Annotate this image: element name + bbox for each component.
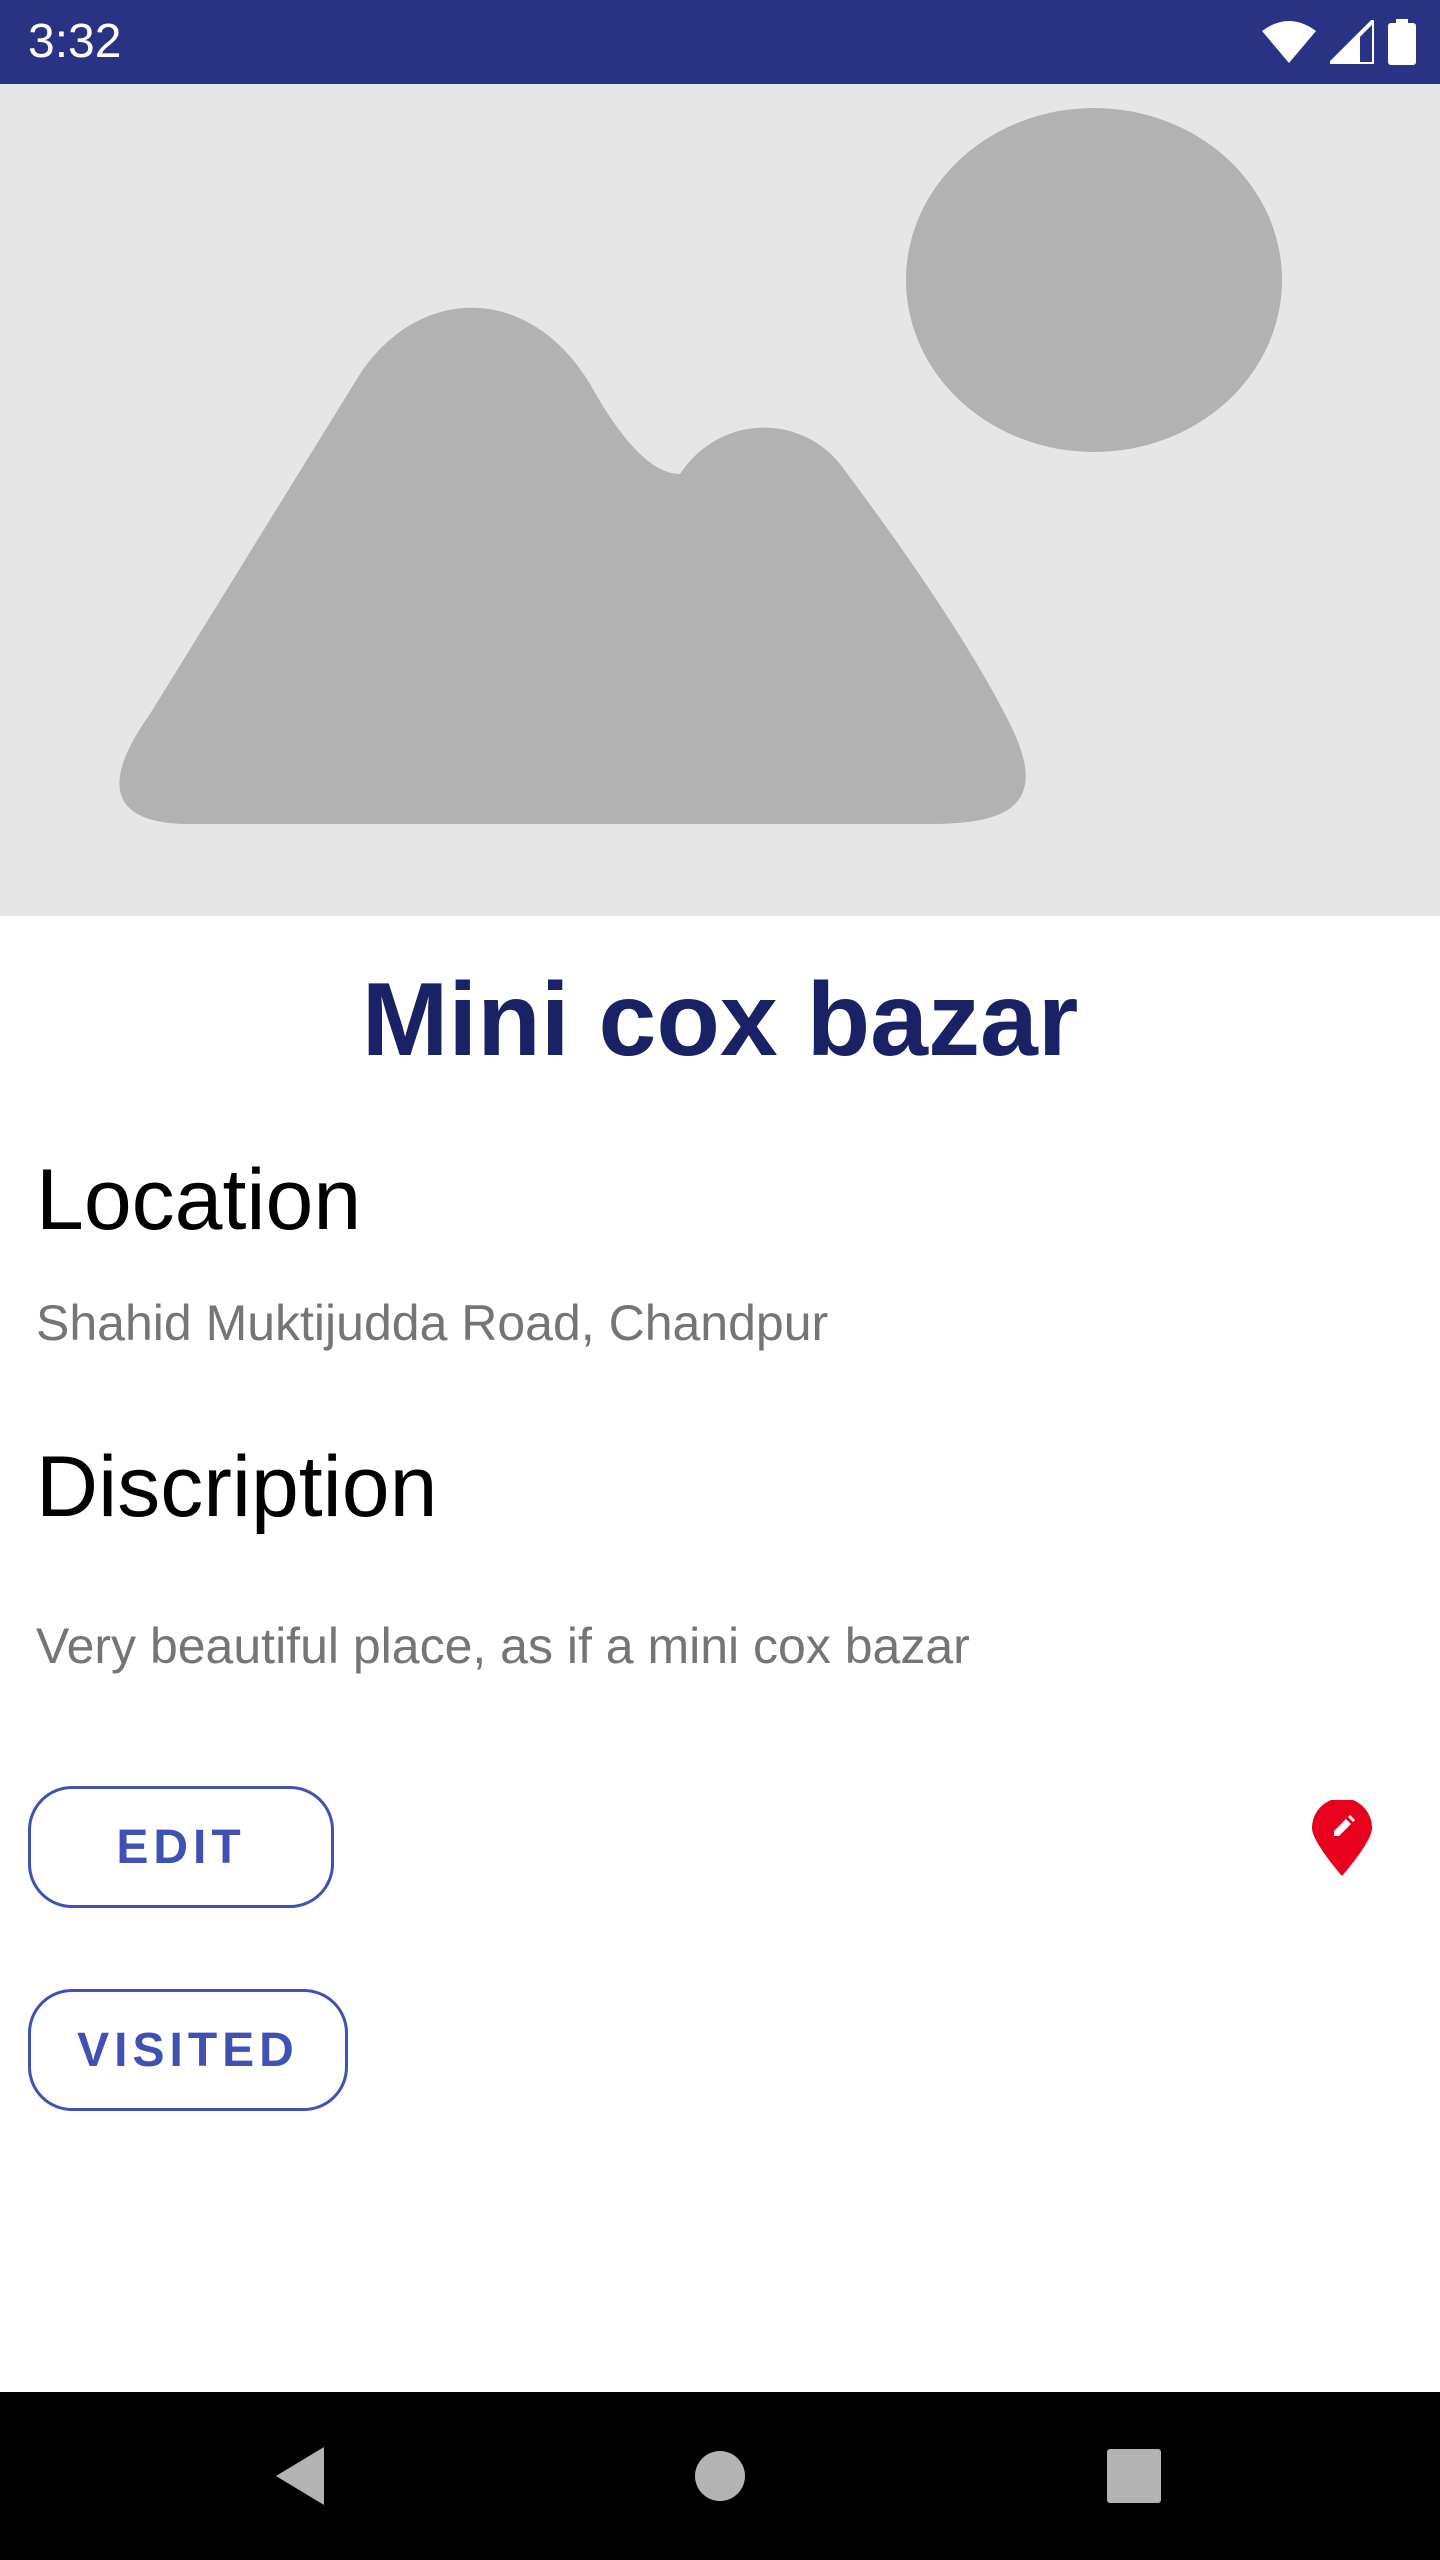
place-image: [0, 84, 1440, 916]
visited-button[interactable]: VISITED: [28, 1989, 348, 2111]
recents-icon[interactable]: [1084, 2426, 1184, 2526]
home-icon[interactable]: [670, 2426, 770, 2526]
back-icon[interactable]: [250, 2426, 350, 2526]
description-value: Very beautiful place, as if a mini cox b…: [36, 1618, 970, 1674]
navigation-bar: [0, 2392, 1440, 2560]
status-time: 3:32: [28, 15, 122, 68]
description-heading: Discription: [36, 1439, 438, 1535]
battery-icon: [1388, 19, 1416, 65]
location-value: Shahid Muktijudda Road, Chandpur: [36, 1295, 829, 1351]
place-detail-screen: 3:32 Mini cox bazar Location Shahid Mukt…: [0, 0, 1440, 2560]
cell-signal-icon: [1330, 20, 1374, 64]
image-placeholder-icon: [119, 108, 1282, 824]
place-title: Mini cox bazar: [361, 962, 1079, 1078]
status-bar: 3:32: [0, 0, 1440, 84]
wifi-icon: [1262, 21, 1316, 63]
edit-location-icon[interactable]: [1312, 1800, 1372, 1876]
location-heading: Location: [36, 1152, 362, 1248]
status-icons: [1262, 18, 1416, 66]
edit-button[interactable]: EDIT: [28, 1786, 334, 1908]
